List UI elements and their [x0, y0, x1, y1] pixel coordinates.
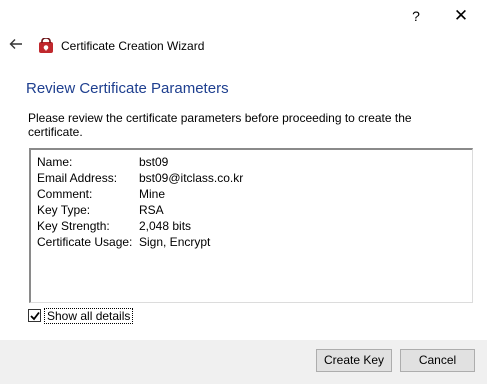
detail-label: Comment: — [37, 187, 93, 201]
detail-value: bst09@itclass.co.kr — [139, 171, 244, 185]
wizard-title: Certificate Creation Wizard — [61, 39, 205, 53]
create-key-button[interactable]: Create Key — [316, 349, 392, 372]
title-bar: ? ✕ — [0, 0, 487, 32]
cancel-button[interactable]: Cancel — [400, 349, 475, 372]
back-arrow-icon[interactable] — [8, 36, 24, 52]
detail-value: Mine — [139, 187, 166, 201]
detail-label: Name: — [37, 155, 73, 169]
page-heading: Review Certificate Parameters — [26, 80, 229, 97]
page-description: Please review the certificate parameters… — [28, 111, 412, 139]
detail-label: Key Type: — [37, 203, 91, 217]
help-button[interactable]: ? — [404, 4, 428, 28]
detail-value: bst09 — [139, 155, 169, 169]
detail-value: RSA — [139, 203, 164, 217]
certificate-app-icon — [38, 37, 54, 54]
button-footer: Create Key Cancel — [0, 340, 487, 384]
detail-value: 2,048 bits — [139, 219, 192, 233]
show-all-details-label[interactable]: Show all details — [44, 308, 134, 324]
detail-label: Certificate Usage: — [37, 235, 133, 249]
detail-label: Key Strength: — [37, 219, 110, 233]
checkmark-icon — [30, 311, 40, 321]
detail-label: Email Address: — [37, 171, 118, 185]
close-button[interactable]: ✕ — [448, 4, 474, 28]
detail-value: Sign, Encrypt — [139, 235, 211, 249]
show-all-details-checkbox[interactable] — [28, 309, 41, 322]
certificate-details-box[interactable]: Name: bst09 Email Address: bst09@itclass… — [29, 148, 473, 303]
wizard-header: Certificate Creation Wizard — [0, 32, 487, 60]
